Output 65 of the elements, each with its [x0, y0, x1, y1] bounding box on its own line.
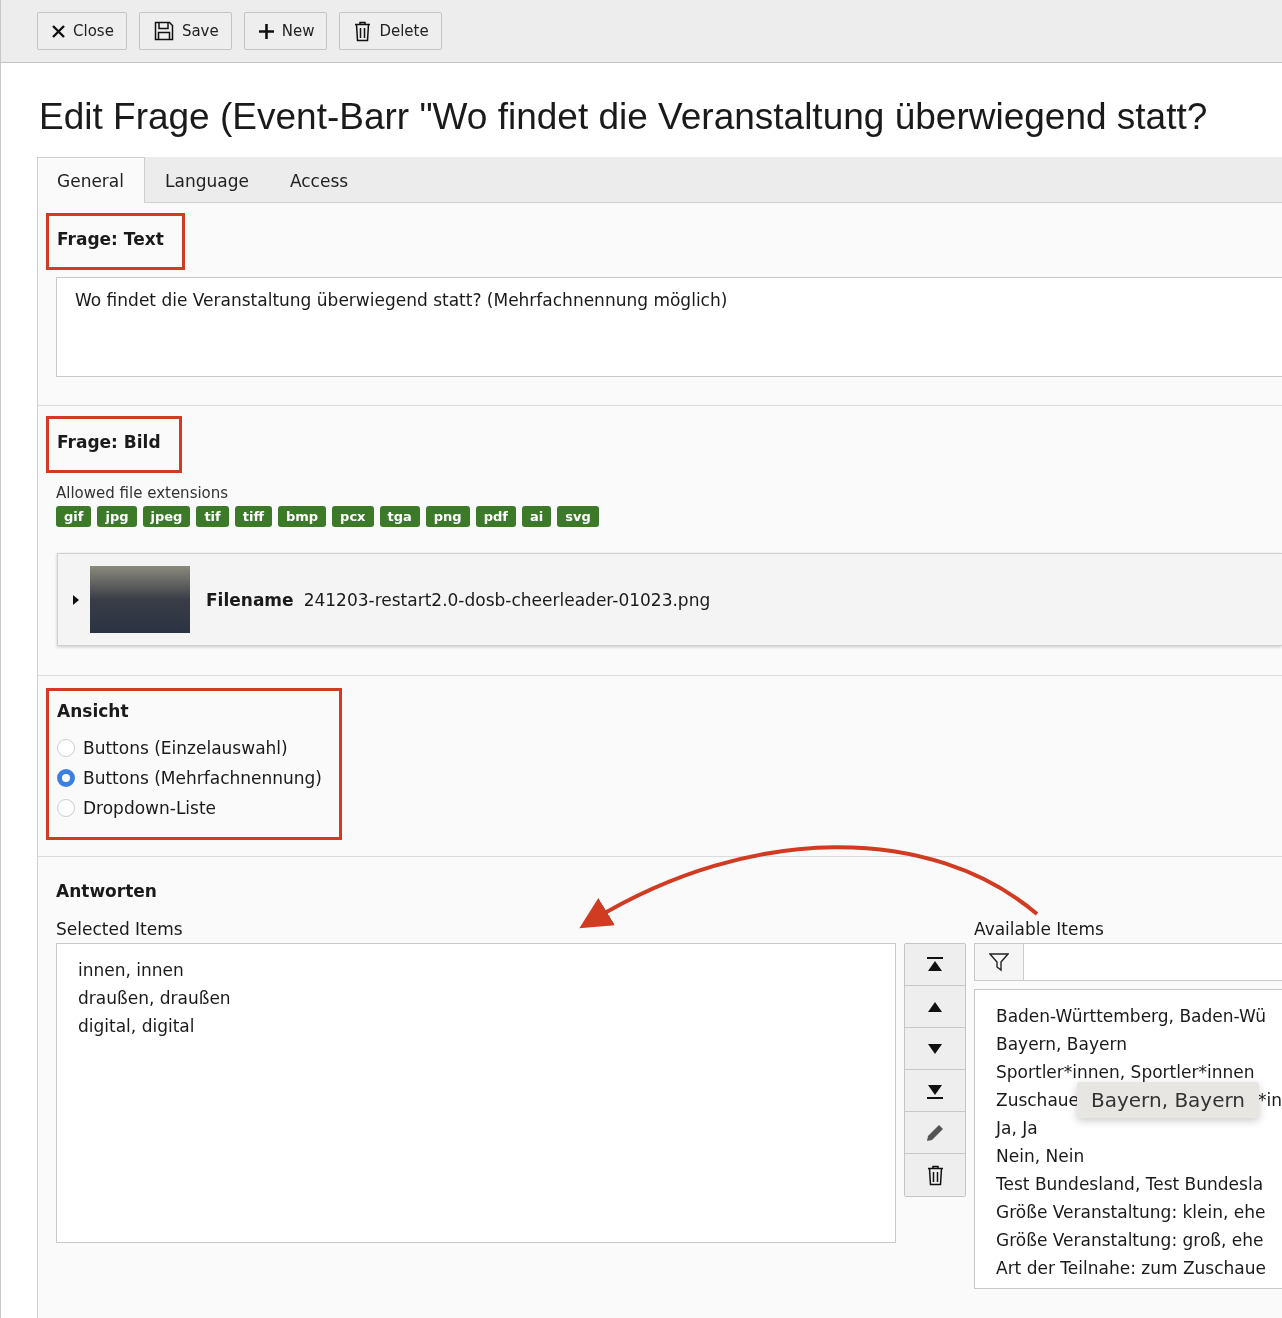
move-up-icon: [928, 1001, 942, 1012]
pencil-icon: [925, 1122, 945, 1143]
extension-badge: png: [425, 506, 470, 527]
file-label: Filename: [206, 589, 294, 610]
new-button[interactable]: New: [243, 12, 328, 50]
filter-field[interactable]: [974, 943, 1282, 981]
available-items-list[interactable]: [974, 989, 1282, 1289]
move-top-button[interactable]: [905, 944, 965, 986]
tab[interactable]: Language: [145, 157, 270, 203]
radio-label: Buttons (Mehrfachnennung): [83, 768, 322, 788]
extension-badge: bmp: [277, 506, 327, 527]
extension-badge: gif: [56, 506, 92, 527]
list-item[interactable]: Test Bundesland, Test Bundesla: [996, 1170, 1282, 1198]
radio-label: Dropdown-Liste: [83, 798, 217, 818]
tooltip: Bayern, Bayern: [1077, 1082, 1260, 1118]
help-text: Allowed file extensions: [56, 484, 230, 502]
caret-right-icon[interactable]: [72, 594, 80, 605]
list-label: Selected Items: [56, 919, 184, 939]
list-item-fragment: *in: [1258, 1089, 1282, 1112]
file-row[interactable]: Filename 241203-restart2.0-dosb-cheerleader-01023.png: [57, 553, 1282, 646]
field-label: Frage: Bild: [57, 432, 161, 452]
radio-label: Buttons (Einzelauswahl): [83, 738, 288, 758]
list-item[interactable]: Zuschaue: [996, 1090, 1080, 1110]
list-item[interactable]: Art der Teilnahe: zum Zuschaue: [996, 1254, 1282, 1282]
delete-button[interactable]: Delete: [339, 12, 442, 50]
trash-icon: [354, 20, 372, 42]
extension-badge: jpeg: [142, 506, 191, 527]
close-button[interactable]: Close: [37, 12, 127, 50]
list-item[interactable]: digital, digital: [78, 1012, 874, 1040]
trash-icon: [926, 1164, 944, 1186]
field-label: Ansicht: [57, 701, 130, 721]
list-item[interactable]: Größe Veranstaltung: klein, ehe: [996, 1198, 1282, 1226]
extension-badge: tga: [379, 506, 420, 527]
tab[interactable]: Access: [269, 157, 370, 203]
selected-items-list[interactable]: innen, innen draußen, draußen digital, digital: [56, 943, 896, 1243]
move-down-icon: [928, 1043, 942, 1054]
list-item[interactable]: Bayern, Bayern: [996, 1030, 1282, 1058]
move-to-top-icon: [927, 956, 943, 973]
list-label: Available Items: [974, 919, 1105, 939]
extension-badge: tif: [196, 506, 229, 527]
extension-badge: tiff: [234, 506, 272, 527]
filter-icon: [989, 952, 1009, 972]
list-item[interactable]: Baden-Württemberg, Baden-Wü: [996, 1002, 1282, 1030]
extension-badge: ai: [521, 506, 552, 527]
list-item[interactable]: Größe Veranstaltung: groß, ehe: [996, 1226, 1282, 1254]
tab[interactable]: General: [37, 157, 145, 203]
list-item[interactable]: draußen, draußen: [78, 984, 874, 1012]
radio-button[interactable]: [57, 769, 75, 787]
radio-button[interactable]: [57, 799, 75, 817]
save-button[interactable]: Save: [138, 12, 232, 50]
extension-badge: pcx: [332, 506, 374, 527]
plus-icon: [258, 23, 274, 39]
field-label: Frage: Text: [57, 229, 164, 249]
extension-badge: pdf: [475, 506, 516, 527]
close-icon: [52, 24, 65, 38]
list-item[interactable]: Nein, Nein: [996, 1142, 1282, 1170]
extension-badge: svg: [557, 506, 599, 527]
extension-badge: jpg: [97, 506, 137, 527]
move-to-bottom-icon: [927, 1082, 943, 1099]
text-area[interactable]: Wo findet die Veranstaltung überwiegend statt? (Mehrfachnennung möglich): [56, 277, 1282, 377]
field-label: Antworten: [56, 881, 158, 901]
list-item[interactable]: innen, innen: [78, 956, 874, 984]
radio-button[interactable]: [57, 739, 75, 757]
page-title: Edit Frage (Event-Barr "Wo findet die Veranstaltung überwiegend statt?: [38, 95, 1209, 139]
file-name: 241203-restart2.0-dosb-cheerleader-01023.png: [303, 589, 711, 610]
